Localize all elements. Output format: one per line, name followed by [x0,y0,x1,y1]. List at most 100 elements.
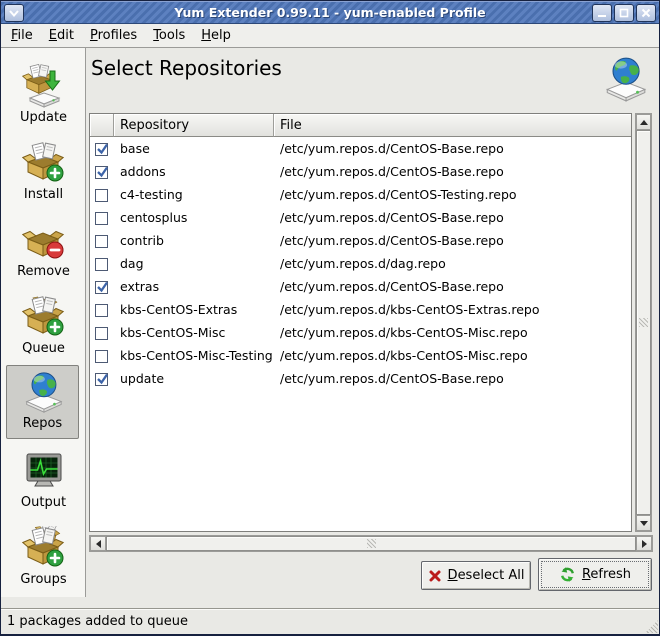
column-file[interactable]: File [274,114,631,137]
sidebar-label: Install [24,187,63,202]
thumb-grip [367,539,376,548]
maximize-icon [619,8,629,18]
statusbar: 1 packages added to queue [1,608,659,634]
repo-file: /etc/yum.repos.d/kbs-CentOS-Extras.repo [274,302,631,317]
column-checkbox[interactable] [90,114,114,137]
arrow-up-icon [640,120,648,125]
repo-checkbox[interactable] [95,258,108,271]
scroll-down-button[interactable] [636,515,651,531]
repo-checkbox[interactable] [95,166,108,179]
repo-name: c4-testing [114,187,274,202]
refresh-label: Refresh [582,567,631,582]
horizontal-scroll-thumb[interactable] [106,536,636,551]
scroll-up-button[interactable] [636,114,651,130]
maximize-button[interactable] [614,4,634,22]
minimize-icon [597,9,607,18]
app-window: Yum Extender 0.99.11 - yum-enabled Profi… [0,0,660,636]
repo-checkbox[interactable] [95,281,108,294]
check-icon [95,279,110,294]
resize-grip[interactable] [645,620,658,633]
repo-name: dag [114,256,274,271]
horizontal-scrollbar[interactable] [89,535,653,552]
repo-file: /etc/yum.repos.d/kbs-CentOS-Misc.repo [274,348,631,363]
repo-checkbox[interactable] [95,212,108,225]
remove-icon [22,218,66,262]
sidebar-item-update[interactable]: Update [1,64,86,136]
main-panel: Select Repositories Repository File [87,48,659,608]
table-row[interactable]: kbs-CentOS-Misc /etc/yum.repos.d/kbs-Cen… [90,321,631,344]
red-x-icon [428,569,442,583]
repo-checkbox[interactable] [95,327,108,340]
check-icon [95,141,110,156]
deselect-all-button[interactable]: Deselect All [421,561,531,590]
table-row[interactable]: c4-testing /etc/yum.repos.d/CentOS-Testi… [90,183,631,206]
sidebar-item-install[interactable]: Install [1,141,86,213]
repo-file: /etc/yum.repos.d/CentOS-Base.repo [274,210,631,225]
table-row[interactable]: update /etc/yum.repos.d/CentOS-Base.repo [90,367,631,390]
sidebar: Update Install Remove [1,48,86,597]
minimize-button[interactable] [592,4,612,22]
scroll-left-button[interactable] [90,536,106,551]
menu-edit[interactable]: Edit [41,26,82,45]
repo-name: base [114,141,274,156]
refresh-icon [559,566,576,583]
table-row[interactable]: extras /etc/yum.repos.d/CentOS-Base.repo [90,275,631,298]
repo-name: centosplus [114,210,274,225]
vertical-scroll-thumb[interactable] [636,130,651,515]
repo-checkbox[interactable] [95,235,108,248]
sidebar-item-output[interactable]: Output [1,449,86,521]
window-menu-button[interactable] [4,4,24,22]
repo-name: update [114,371,274,386]
status-text: 1 packages added to queue [7,614,188,629]
repo-checkbox[interactable] [95,143,108,156]
column-repository[interactable]: Repository [114,114,274,137]
table-row[interactable]: centosplus /etc/yum.repos.d/CentOS-Base.… [90,206,631,229]
output-icon [22,449,66,493]
menubar: File Edit Profiles Tools Help [1,24,659,48]
update-icon [22,64,66,108]
refresh-button[interactable]: Refresh [538,558,652,591]
repo-table: Repository File base /etc/yum.repos.d/Ce… [89,113,632,532]
vertical-scrollbar[interactable] [635,113,652,532]
repo-checkbox[interactable] [95,304,108,317]
table-row[interactable]: addons /etc/yum.repos.d/CentOS-Base.repo [90,160,631,183]
check-icon [95,164,110,179]
repo-file: /etc/yum.repos.d/CentOS-Testing.repo [274,187,631,202]
sidebar-label: Repos [23,416,62,431]
repo-checkbox[interactable] [95,189,108,202]
menu-tools[interactable]: Tools [145,26,193,45]
repo-checkbox[interactable] [95,350,108,363]
close-button[interactable] [636,4,656,22]
scroll-right-button[interactable] [636,536,652,551]
table-row[interactable]: kbs-CentOS-Extras /etc/yum.repos.d/kbs-C… [90,298,631,321]
menu-help[interactable]: Help [193,26,239,45]
repo-name: kbs-CentOS-Extras [114,302,274,317]
repo-file: /etc/yum.repos.d/CentOS-Base.repo [274,233,631,248]
repo-file: /etc/yum.repos.d/CentOS-Base.repo [274,141,631,156]
repos-globe-icon [601,55,649,103]
repo-file: /etc/yum.repos.d/CentOS-Base.repo [274,371,631,386]
repo-file: /etc/yum.repos.d/CentOS-Base.repo [274,164,631,179]
deselect-all-label: Deselect All [448,568,525,583]
sidebar-label: Groups [20,572,66,587]
menu-file[interactable]: File [3,26,41,45]
table-row[interactable]: base /etc/yum.repos.d/CentOS-Base.repo [90,137,631,160]
sidebar-item-repos[interactable]: Repos [6,365,79,439]
titlebar[interactable]: Yum Extender 0.99.11 - yum-enabled Profi… [1,1,659,24]
sidebar-item-groups[interactable]: Groups [1,526,86,598]
arrow-left-icon [96,540,101,548]
sidebar-item-remove[interactable]: Remove [1,218,86,290]
repo-name: kbs-CentOS-Misc [114,325,274,340]
table-row[interactable]: dag /etc/yum.repos.d/dag.repo [90,252,631,275]
repo-file: /etc/yum.repos.d/dag.repo [274,256,631,271]
sidebar-label: Update [20,110,67,125]
sidebar-label: Queue [22,341,65,356]
sidebar-item-queue[interactable]: Queue [1,295,86,367]
table-row[interactable]: contrib /etc/yum.repos.d/CentOS-Base.rep… [90,229,631,252]
page-title: Select Repositories [91,56,282,80]
repo-checkbox[interactable] [95,373,108,386]
repo-file: /etc/yum.repos.d/kbs-CentOS-Misc.repo [274,325,631,340]
table-row[interactable]: kbs-CentOS-Misc-Testing /etc/yum.repos.d… [90,344,631,367]
queue-icon [22,295,66,339]
menu-profiles[interactable]: Profiles [82,26,145,45]
